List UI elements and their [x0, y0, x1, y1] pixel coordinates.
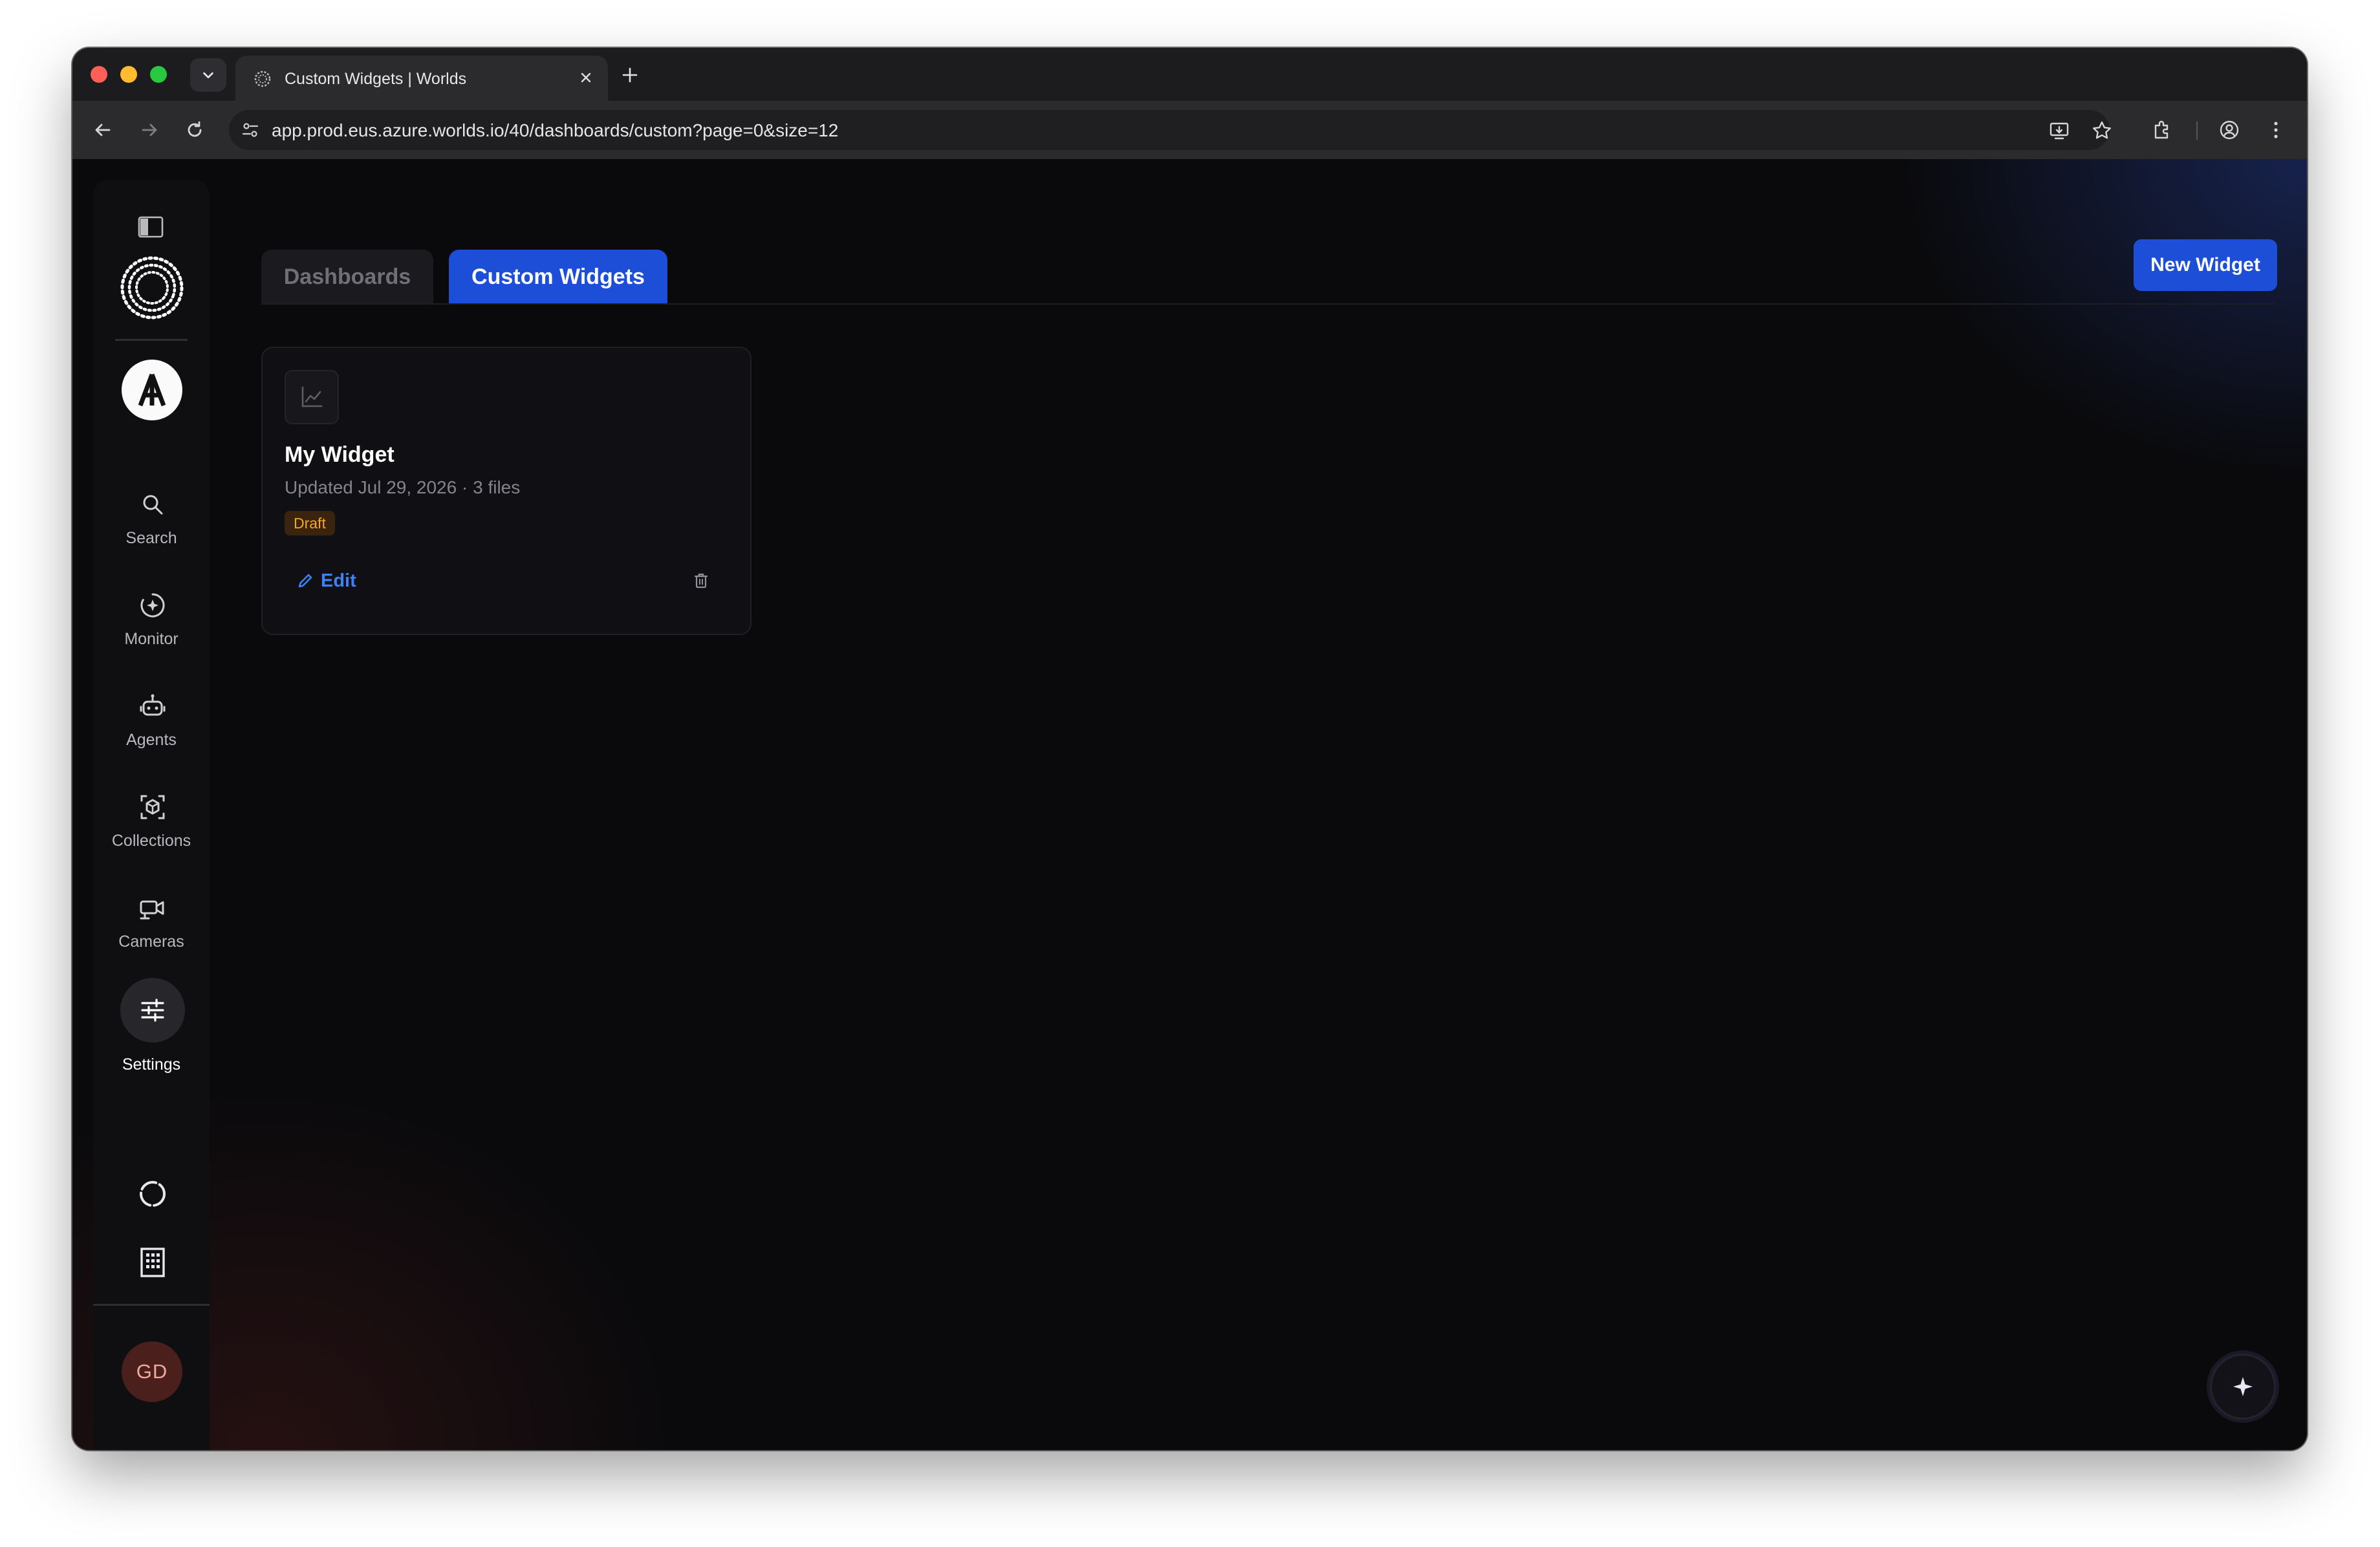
edit-widget-button[interactable]: Edit — [296, 568, 356, 594]
app-area: Search Monitor Agents Collections Camera… — [72, 159, 2307, 1450]
sidebar-item-label: Settings — [122, 1055, 181, 1074]
tab-custom-widgets[interactable]: Custom Widgets — [449, 250, 667, 304]
close-tab-button[interactable] — [576, 67, 596, 88]
sidebar-item-search[interactable]: Search — [93, 490, 210, 574]
sidebar-item-label: Agents — [126, 731, 177, 749]
browser-toolbar: app.prod.eus.azure.worlds.io/40/dashboar… — [72, 101, 2307, 159]
plus-icon — [622, 67, 638, 83]
trash-icon — [694, 573, 708, 589]
org-a-logo-icon — [138, 373, 166, 407]
sidebar-item-settings[interactable]: Settings — [93, 978, 210, 1075]
back-button[interactable] — [88, 115, 118, 145]
user-avatar[interactable]: GD — [122, 1341, 182, 1402]
sidebar-divider — [115, 339, 188, 341]
sidebar: Search Monitor Agents Collections Camera… — [93, 180, 210, 1450]
browser-menu-icon[interactable] — [2261, 115, 2291, 145]
edit-label: Edit — [321, 570, 356, 591]
status-badge: Draft — [285, 511, 335, 536]
sidebar-item-label: Monitor — [124, 630, 178, 648]
sidebar-item-label: Cameras — [118, 933, 184, 951]
sidebar-item-monitor[interactable]: Monitor — [93, 591, 210, 675]
widget-meta: Updated Jul 29, 2026 · 3 files — [285, 477, 521, 497]
camera-icon — [138, 894, 167, 922]
loading-circle-icon — [140, 1181, 166, 1207]
chevron-down-icon — [203, 72, 213, 79]
reload-icon — [188, 121, 202, 137]
close-icon — [581, 72, 591, 83]
bookmark-star-icon[interactable] — [2092, 120, 2112, 141]
arrow-left-icon — [95, 124, 111, 136]
forward-button[interactable] — [135, 115, 164, 145]
sync-button[interactable] — [135, 1176, 171, 1212]
line-chart-icon — [301, 386, 323, 407]
monitor-icon — [138, 591, 167, 620]
extensions-icon[interactable] — [2147, 115, 2177, 145]
sparkle-icon — [2233, 1377, 2253, 1396]
close-window-button[interactable] — [91, 66, 107, 83]
new-widget-button[interactable]: New Widget — [2134, 239, 2277, 291]
install-app-icon[interactable] — [2049, 120, 2070, 141]
arrow-right-icon — [142, 124, 157, 136]
maximize-window-button[interactable] — [150, 66, 167, 83]
sidebar-item-label: Search — [125, 529, 177, 547]
address-bar[interactable]: app.prod.eus.azure.worlds.io/40/dashboar… — [229, 110, 2112, 150]
sidebar-item-collections[interactable]: Collections — [93, 793, 210, 877]
robot-icon — [138, 692, 167, 720]
sliders-icon — [138, 996, 167, 1024]
browser-window: Custom Widgets | Worlds app.prod.eus.azu… — [72, 48, 2307, 1450]
panel-left-icon — [138, 216, 164, 238]
pencil-icon — [298, 574, 312, 588]
org-logo-avatar[interactable] — [122, 360, 182, 420]
delete-widget-button[interactable] — [691, 570, 711, 591]
reload-button[interactable] — [180, 115, 210, 145]
title-bar: Custom Widgets | Worlds — [72, 48, 2307, 101]
browser-tab-title: Custom Widgets | Worlds — [285, 70, 467, 88]
tab-dashboards[interactable]: Dashboards — [261, 250, 433, 304]
new-tab-button[interactable] — [616, 61, 644, 89]
minimize-window-button[interactable] — [120, 66, 137, 83]
tabs-divider — [261, 303, 2277, 305]
widget-name: My Widget — [285, 442, 395, 467]
building-icon — [140, 1248, 165, 1277]
url-text: app.prod.eus.azure.worlds.io/40/dashboar… — [272, 120, 839, 140]
tab-search-button[interactable] — [190, 58, 226, 92]
widget-thumbnail — [285, 370, 339, 424]
browser-tab-active[interactable]: Custom Widgets | Worlds — [235, 56, 608, 101]
organization-button[interactable] — [135, 1244, 171, 1281]
collections-icon — [138, 793, 167, 821]
widget-card[interactable]: My Widget Updated Jul 29, 2026 · 3 files… — [261, 347, 752, 635]
worlds-logo-icon — [120, 256, 184, 319]
assistant-button[interactable] — [2212, 1356, 2274, 1418]
profile-icon[interactable] — [2214, 115, 2244, 145]
sidebar-item-cameras[interactable]: Cameras — [93, 894, 210, 978]
worlds-favicon-icon — [254, 70, 271, 87]
sidebar-item-agents[interactable]: Agents — [93, 692, 210, 776]
sidebar-toggle-button[interactable] — [136, 212, 166, 242]
sidebar-item-label: Collections — [111, 832, 191, 850]
site-settings-icon[interactable] — [239, 119, 261, 141]
sidebar-divider — [93, 1304, 210, 1306]
search-icon — [138, 490, 167, 519]
toolbar-divider — [2196, 122, 2198, 140]
